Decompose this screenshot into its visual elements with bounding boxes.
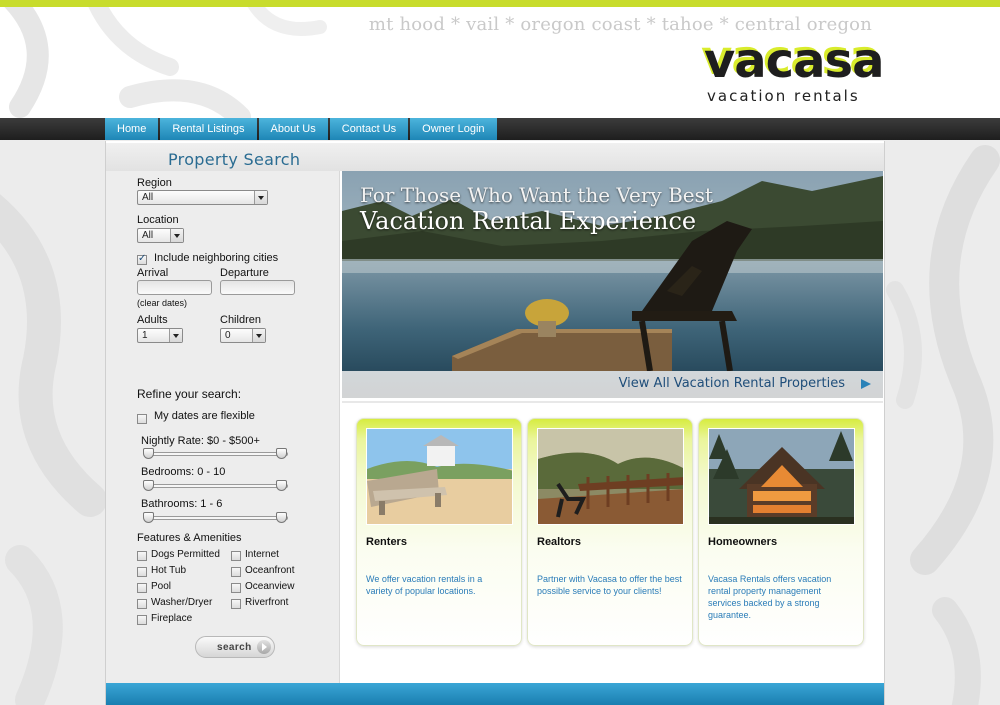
neighboring-cities-checkbox[interactable]: [137, 253, 147, 265]
bedrooms-min-handle[interactable]: [143, 480, 154, 491]
homeowners-card-title: Homeowners: [708, 536, 778, 548]
nightly-rate-slider[interactable]: [148, 452, 288, 456]
main-nav: Home Rental Listings About Us Contact Us…: [105, 118, 499, 140]
adults-select-value: 1: [142, 330, 148, 341]
feature-label-oceanfront: Oceanfront: [245, 565, 295, 576]
play-arrow-icon: [257, 640, 271, 654]
adults-label: Adults: [137, 314, 168, 326]
departure-date-input[interactable]: [220, 280, 295, 295]
search-button-label: search: [217, 642, 252, 653]
background-swoosh-left: [0, 194, 105, 705]
deck-chair-image: [537, 428, 684, 525]
search-sidebar: Region All Location All Include neighbor…: [106, 171, 340, 683]
region-label: Region: [137, 177, 172, 189]
departure-label: Departure: [220, 267, 269, 279]
bathrooms-label: Bathrooms: 1 - 6: [141, 498, 223, 510]
feature-label-hot-tub: Hot Tub: [151, 565, 187, 576]
hero-headline-line2: Vacation Rental Experience: [360, 207, 697, 235]
bathrooms-max-handle[interactable]: [276, 512, 287, 523]
refine-search-heading: Refine your search:: [137, 387, 242, 401]
hero-banner: For Those Who Want the Very Best Vacatio…: [342, 171, 883, 398]
neighboring-cities-label: Include neighboring cities: [154, 252, 279, 264]
chevron-down-icon: [169, 329, 182, 342]
nav-rental-listings[interactable]: Rental Listings: [160, 118, 257, 140]
nav-contact-us[interactable]: Contact Us: [329, 118, 409, 140]
children-select-value: 0: [225, 330, 231, 341]
site-header: mt hood * vail * oregon coast * tahoe * …: [0, 7, 1000, 118]
hero-link-bar[interactable]: View All Vacation Rental Properties: [342, 371, 883, 398]
location-select-value: All: [142, 230, 154, 241]
feature-checkbox-pool[interactable]: [137, 583, 147, 593]
feature-label-internet: Internet: [245, 549, 279, 560]
top-accent-stripe: [0, 0, 1000, 7]
flexible-dates-label: My dates are flexible: [154, 410, 255, 422]
feature-checkbox-hot-tub[interactable]: [137, 567, 147, 577]
footer-bar: [106, 683, 884, 705]
region-select[interactable]: All: [137, 190, 268, 205]
feature-checkbox-washer-dryer[interactable]: [137, 599, 147, 609]
flexible-dates-checkbox[interactable]: [137, 414, 147, 424]
content-divider: [342, 401, 883, 403]
beach-bench-image: [366, 428, 513, 525]
main-content: Property Search Region All Location All …: [105, 141, 885, 705]
lodge-house-image: [708, 428, 855, 525]
nightly-rate-min-handle[interactable]: [143, 448, 154, 459]
bathrooms-slider[interactable]: [148, 516, 288, 520]
feature-label-riverfront: Riverfront: [245, 597, 289, 608]
homeowners-card-text: Vacasa Rentals offers vacation rental pr…: [708, 574, 832, 620]
view-all-properties-link[interactable]: View All Vacation Rental Properties: [619, 376, 845, 391]
chevron-down-icon: [254, 191, 267, 204]
arrival-label: Arrival: [137, 267, 169, 279]
location-label: Location: [137, 214, 179, 226]
arrow-right-icon[interactable]: [861, 379, 871, 389]
realtors-card[interactable]: Realtors Partner with Vacasa to offer th…: [527, 418, 693, 646]
bedrooms-label: Bedrooms: 0 - 10: [141, 466, 226, 478]
adults-select[interactable]: 1: [137, 328, 183, 343]
header-swoosh-decoration: [4, 7, 327, 118]
features-heading: Features & Amenities: [137, 532, 242, 544]
vacasa-logo[interactable]: vacasa: [704, 37, 884, 85]
renters-card-text: We offer vacation rentals in a variety o…: [366, 574, 483, 596]
property-search-header: Property Search: [106, 143, 884, 171]
nav-home[interactable]: Home: [105, 118, 159, 140]
bedrooms-max-handle[interactable]: [276, 480, 287, 491]
logo-subtitle: vacation rentals: [707, 87, 860, 105]
feature-checkbox-internet[interactable]: [231, 551, 241, 561]
feature-label-pool: Pool: [151, 581, 172, 592]
destinations-tagline: mt hood * vail * oregon coast * tahoe * …: [368, 14, 872, 35]
feature-checkbox-dogs[interactable]: [137, 551, 147, 561]
feature-checkbox-oceanfront[interactable]: [231, 567, 241, 577]
feature-checkbox-fireplace[interactable]: [137, 615, 147, 625]
realtors-card-title: Realtors: [537, 536, 582, 548]
feature-label-fireplace: Fireplace: [151, 613, 193, 624]
nightly-rate-max-handle[interactable]: [276, 448, 287, 459]
realtors-card-text: Partner with Vacasa to offer the best po…: [537, 574, 682, 596]
nav-about-us[interactable]: About Us: [258, 118, 328, 140]
search-button[interactable]: search: [195, 636, 275, 658]
arrival-date-input[interactable]: [137, 280, 212, 295]
background-swoosh-right: [886, 145, 1000, 705]
clear-dates-link[interactable]: (clear dates): [137, 298, 187, 308]
children-select[interactable]: 0: [220, 328, 266, 343]
feature-checkbox-riverfront[interactable]: [231, 599, 241, 609]
feature-checkbox-oceanview[interactable]: [231, 583, 241, 593]
bedrooms-slider[interactable]: [148, 484, 288, 488]
property-search-title: Property Search: [168, 150, 301, 169]
renters-card[interactable]: Renters We offer vacation rentals in a v…: [356, 418, 522, 646]
renters-card-title: Renters: [366, 536, 407, 548]
nav-owner-login[interactable]: Owner Login: [410, 118, 497, 140]
homeowners-card[interactable]: Homeowners Vacasa Rentals offers vacatio…: [698, 418, 864, 646]
chevron-down-icon: [252, 329, 265, 342]
nightly-rate-label: Nightly Rate: $0 - $500+: [141, 435, 260, 447]
feature-label-oceanview: Oceanview: [245, 581, 295, 592]
feature-label-dogs: Dogs Permitted: [151, 549, 220, 560]
children-label: Children: [220, 314, 261, 326]
chevron-down-icon: [170, 229, 183, 242]
region-select-value: All: [142, 192, 154, 203]
hero-headline-line1: For Those Who Want the Very Best: [360, 183, 713, 207]
bathrooms-min-handle[interactable]: [143, 512, 154, 523]
feature-label-washer-dryer: Washer/Dryer: [151, 597, 213, 608]
location-select[interactable]: All: [137, 228, 184, 243]
